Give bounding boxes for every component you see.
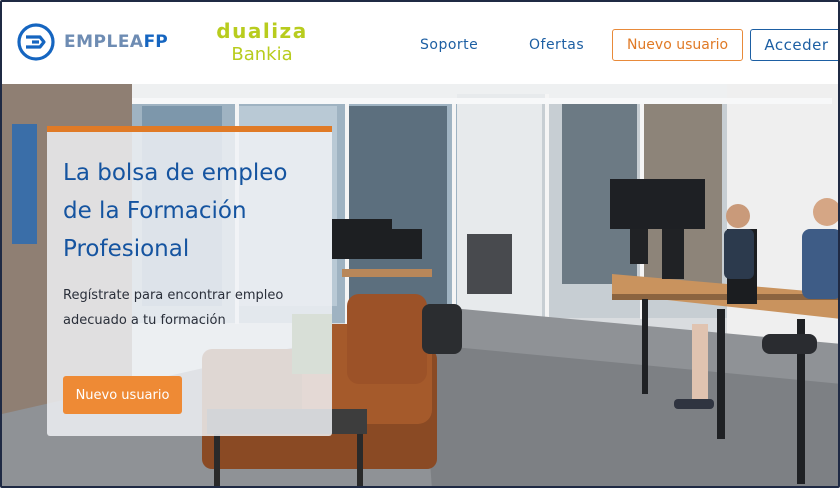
hero-title-line: Profesional (63, 236, 190, 262)
hero-subtitle-line: adecuado a tu formación (63, 313, 226, 328)
partner-logo-bottom: Bankia (231, 44, 293, 65)
brand-name: EMPLEAFP (64, 32, 168, 52)
hero-title-line: La bolsa de empleo (63, 160, 288, 186)
hero-signup-button[interactable]: Nuevo usuario (63, 376, 182, 414)
hero-title: La bolsa de empleo de la Formación Profe… (63, 154, 323, 268)
site-header: EMPLEAFP dualiza Bankia Soporte Ofertas … (2, 2, 838, 84)
page-frame: EMPLEAFP dualiza Bankia Soporte Ofertas … (0, 0, 840, 488)
nav-link-soporte[interactable]: Soporte (420, 37, 478, 53)
hero-subtitle-line: Regístrate para encontrar empleo (63, 288, 284, 303)
emplea-fp-logo-icon (17, 23, 55, 61)
hero-subtitle: Regístrate para encontrar empleo adecuad… (63, 283, 318, 333)
hero-title-line: de la Formación (63, 198, 247, 224)
nav-link-ofertas[interactable]: Ofertas (529, 37, 584, 53)
login-button[interactable]: Acceder (750, 29, 838, 61)
partner-logo-top: dualiza (216, 19, 308, 43)
signup-button[interactable]: Nuevo usuario (612, 29, 743, 61)
brand-logo[interactable]: EMPLEAFP (16, 22, 168, 62)
hero-card: La bolsa de empleo de la Formación Profe… (47, 126, 332, 436)
partner-logo[interactable]: dualiza Bankia (207, 20, 317, 66)
